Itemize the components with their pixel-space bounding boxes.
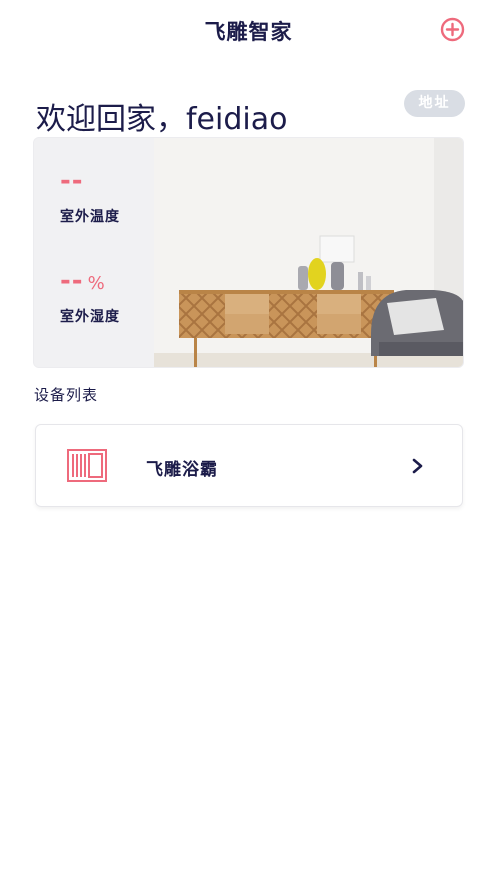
welcome-text: 欢迎回家，feidiao [36, 102, 288, 137]
device-item-bath-heater[interactable]: 飞雕浴霸 [35, 424, 463, 507]
outdoor-humidity: --% 室外湿度 [60, 266, 170, 326]
plus-circle-icon[interactable] [440, 17, 465, 42]
temperature-label: 室外温度 [60, 209, 120, 225]
nav-bar: 飞雕智家 [0, 0, 497, 60]
humidity-label: 室外湿度 [60, 309, 120, 325]
humidity-unit: % [87, 273, 106, 294]
humidity-value-row: --% [60, 266, 170, 296]
bath-heater-icon [67, 449, 107, 482]
weather-banner: -- 室外温度 --% 室外湿度 [33, 137, 464, 368]
outdoor-temperature: -- 室外温度 [60, 166, 170, 226]
address-button[interactable]: 地址 [404, 90, 465, 117]
device-list-title: 设备列表 [34, 386, 99, 404]
humidity-value: -- [60, 266, 84, 296]
chevron-right-icon [412, 458, 423, 474]
device-name: 飞雕浴霸 [146, 460, 218, 480]
page-title: 飞雕智家 [204, 20, 293, 44]
temperature-value: -- [60, 166, 84, 196]
